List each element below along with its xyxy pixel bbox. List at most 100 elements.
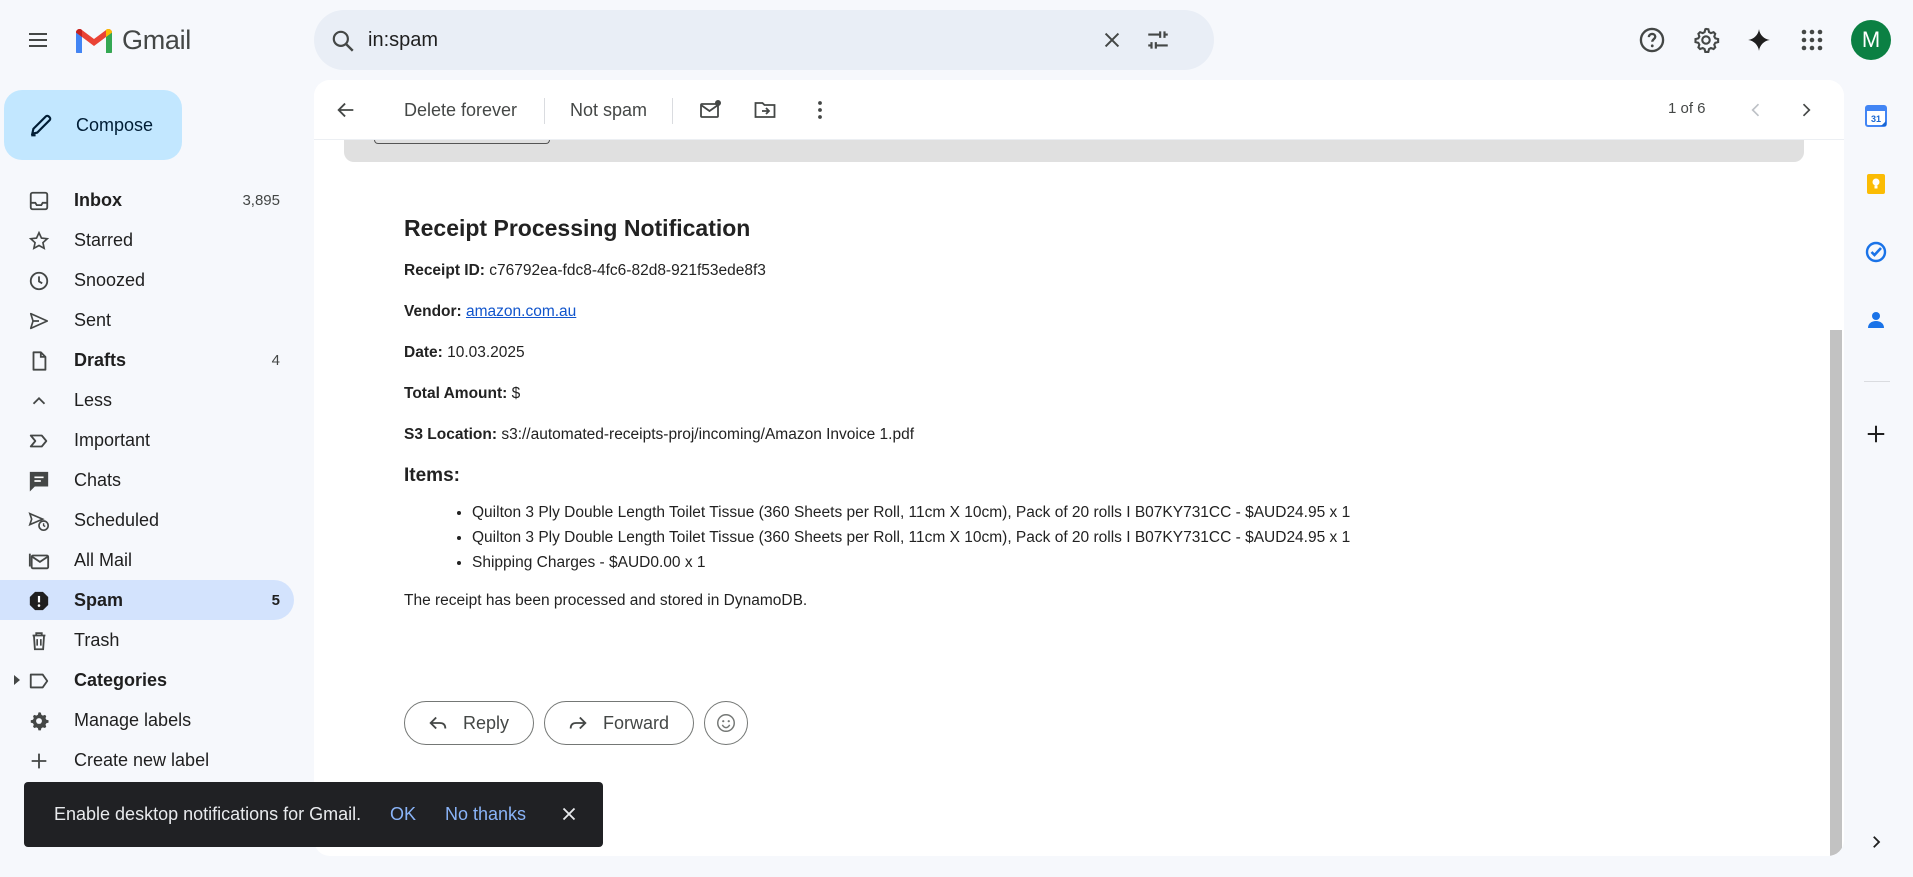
forward-button[interactable]: Forward — [544, 701, 695, 745]
reply-button[interactable]: Reply — [404, 701, 535, 745]
not-spam-button[interactable]: Not spam — [570, 92, 647, 128]
sidebar-item-important[interactable]: Important — [0, 420, 294, 460]
emoji-reaction-button[interactable] — [704, 701, 749, 745]
panel-divider — [1864, 381, 1890, 382]
contacts-icon[interactable] — [1858, 302, 1894, 338]
star-icon — [28, 230, 50, 252]
reply-actions: Reply Forward — [404, 701, 749, 745]
pencil-icon — [28, 112, 54, 138]
keep-icon[interactable] — [1858, 166, 1894, 202]
svg-text:31: 31 — [1871, 114, 1881, 124]
mark-unread-icon[interactable] — [692, 92, 728, 128]
date-field: Date: 10.03.2025 — [404, 344, 1504, 363]
search-input[interactable] — [368, 24, 1088, 56]
sidebar-item-manage-labels[interactable]: Manage labels — [0, 700, 294, 740]
sidebar-item-snoozed[interactable]: Snoozed — [0, 260, 294, 300]
settings-gear-icon[interactable] — [1686, 20, 1726, 60]
message-panel: Delete forever Not spam 1 of 6 Receipt P… — [314, 80, 1844, 856]
sidebar-item-categories[interactable]: Categories — [0, 660, 294, 700]
toast-ok-button[interactable]: OK — [390, 804, 416, 825]
older-chevron-left-icon[interactable] — [1738, 92, 1774, 128]
important-icon — [28, 430, 50, 452]
field-value: $ — [511, 385, 521, 402]
field-label: Vendor: — [404, 303, 462, 320]
side-apps-panel: 31 — [1846, 90, 1913, 877]
toast-close-icon[interactable] — [558, 803, 580, 825]
sidebar-item-less[interactable]: Less — [0, 380, 294, 420]
top-bar: Gmail M — [0, 0, 1913, 80]
add-app-plus-icon[interactable] — [1858, 416, 1894, 452]
delete-forever-button[interactable]: Delete forever — [404, 92, 517, 128]
main-menu-button[interactable] — [18, 20, 58, 60]
inbox-icon — [28, 190, 50, 212]
sidebar-item-create-label[interactable]: Create new label — [0, 740, 294, 780]
more-options-icon[interactable] — [802, 92, 838, 128]
sidebar-item-all-mail[interactable]: All Mail — [0, 540, 294, 580]
list-item: Shipping Charges - $AUD0.00 x 1 — [472, 553, 1504, 578]
toast-no-thanks-button[interactable]: No thanks — [445, 804, 526, 825]
compose-button[interactable]: Compose — [4, 90, 182, 160]
sidebar-item-label: All Mail — [74, 549, 133, 570]
sidebar-item-label: Chats — [74, 469, 122, 490]
toast-message: Enable desktop notifications for Gmail. — [54, 804, 362, 824]
expand-arrow-icon[interactable] — [13, 674, 21, 686]
google-apps-icon[interactable] — [1792, 20, 1832, 60]
list-item: Quilton 3 Ply Double Length Toilet Tissu… — [472, 503, 1504, 528]
back-arrow-icon[interactable] — [328, 92, 364, 128]
gmail-logo[interactable]: Gmail — [74, 22, 191, 58]
total-amount-field: Total Amount: $ — [404, 385, 1504, 404]
show-panel-chevron-icon[interactable] — [1858, 824, 1894, 860]
scheduled-icon — [28, 510, 50, 532]
spam-count: 5 — [271, 591, 280, 609]
items-list: Quilton 3 Ply Double Length Toilet Tissu… — [472, 503, 1504, 578]
account-avatar[interactable]: M — [1851, 20, 1891, 60]
field-value: c76792ea-fdc8-4fc6-82d8-921f53ede8f3 — [489, 262, 766, 279]
sidebar-item-inbox[interactable]: Inbox 3,895 — [0, 180, 294, 220]
reply-arrow-icon — [427, 712, 449, 734]
button-edge — [374, 140, 550, 144]
sidebar-item-trash[interactable]: Trash — [0, 620, 294, 660]
tasks-icon[interactable] — [1858, 234, 1894, 270]
sidebar-item-scheduled[interactable]: Scheduled — [0, 500, 294, 540]
field-label: Total Amount: — [404, 385, 508, 402]
scrollbar[interactable] — [1830, 330, 1842, 856]
trash-icon — [28, 630, 50, 652]
chat-icon — [28, 470, 50, 492]
clear-search-icon[interactable] — [1092, 20, 1132, 60]
list-item: Quilton 3 Ply Double Length Toilet Tissu… — [472, 528, 1504, 553]
items-heading: Items: — [404, 465, 460, 486]
toolbar-divider — [544, 98, 545, 124]
email-body: Receipt Processing Notification Receipt … — [404, 215, 1504, 610]
all-mail-icon — [28, 550, 50, 572]
spam-icon — [28, 590, 50, 612]
newer-chevron-right-icon[interactable] — [1788, 92, 1824, 128]
sidebar-item-starred[interactable]: Starred — [0, 220, 294, 260]
search-icon[interactable] — [330, 28, 356, 54]
sidebar-item-drafts[interactable]: Drafts 4 — [0, 340, 294, 380]
toolbar-divider — [672, 98, 673, 124]
move-to-folder-icon[interactable] — [747, 92, 783, 128]
unread-count: 3,895 — [242, 191, 280, 209]
calendar-icon[interactable]: 31 — [1858, 98, 1894, 134]
sidebar-item-chats[interactable]: Chats — [0, 460, 294, 500]
pagination-text: 1 of 6 — [1668, 100, 1706, 117]
receipt-id-field: Receipt ID: c76792ea-fdc8-4fc6-82d8-921f… — [404, 262, 1504, 281]
help-icon[interactable] — [1632, 20, 1672, 60]
forward-label: Forward — [603, 712, 670, 733]
vendor-link[interactable]: amazon.com.au — [466, 303, 576, 320]
draft-icon — [28, 350, 50, 372]
message-toolbar: Delete forever Not spam 1 of 6 — [314, 80, 1844, 140]
gear-icon — [28, 710, 50, 732]
gemini-sparkle-icon[interactable] — [1739, 20, 1779, 60]
label-icon — [28, 670, 50, 692]
search-options-icon[interactable] — [1138, 20, 1178, 60]
sidebar-item-label: Drafts — [74, 349, 127, 370]
forward-arrow-icon — [567, 712, 589, 734]
sidebar-item-spam[interactable]: Spam 5 — [0, 580, 294, 620]
field-value: 10.03.2025 — [447, 344, 525, 361]
field-value: s3://automated-receipts-proj/incoming/Am… — [501, 426, 915, 443]
sidebar-item-label: Starred — [74, 229, 134, 250]
email-header-band — [344, 140, 1804, 162]
s3-location-field: S3 Location: s3://automated-receipts-pro… — [404, 426, 1504, 445]
sidebar-item-sent[interactable]: Sent — [0, 300, 294, 340]
